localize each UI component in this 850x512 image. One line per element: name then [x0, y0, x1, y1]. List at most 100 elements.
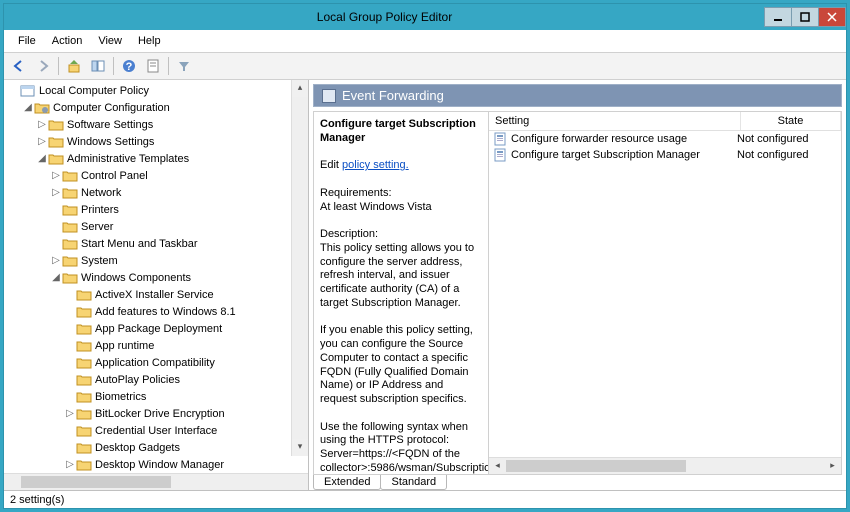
tree-item-label: Server — [81, 221, 113, 233]
tree-root-node[interactable]: Local Computer Policy — [6, 82, 306, 99]
tree-item-app-package-deployment[interactable]: App Package Deployment — [6, 320, 306, 337]
requirements-label: Requirements: — [320, 187, 392, 199]
tree-item-add-features-to-windows-8-1[interactable]: Add features to Windows 8.1 — [6, 303, 306, 320]
column-state[interactable]: State — [741, 112, 841, 130]
tree-item-application-compatibility[interactable]: Application Compatibility — [6, 354, 306, 371]
tree-item-label: Software Settings — [67, 119, 153, 131]
description-p1: This policy setting allows you to config… — [320, 242, 474, 309]
folder-icon — [76, 390, 92, 404]
edit-policy-link[interactable]: policy setting. — [342, 159, 409, 171]
tree-item-desktop-gadgets[interactable]: Desktop Gadgets — [6, 439, 306, 456]
description-p2: If you enable this policy setting, you c… — [320, 324, 473, 405]
show-hide-tree-button[interactable] — [87, 55, 109, 77]
expand-icon[interactable]: ▷ — [64, 408, 76, 419]
help-button[interactable]: ? — [118, 55, 140, 77]
folder-icon — [76, 305, 92, 319]
tab-standard[interactable]: Standard — [380, 475, 447, 490]
expand-icon[interactable]: ▷ — [50, 255, 62, 266]
close-button[interactable] — [818, 7, 846, 27]
tree-item-autoplay-policies[interactable]: AutoPlay Policies — [6, 371, 306, 388]
tree-item-label: App runtime — [95, 340, 154, 352]
policy-tree[interactable]: Local Computer Policy ◢Computer Configura… — [4, 80, 308, 473]
tree-item-label: Application Compatibility — [95, 357, 215, 369]
policy-icon — [493, 132, 507, 146]
folder-icon — [76, 356, 92, 370]
tree-item-desktop-window-manager[interactable]: ▷Desktop Window Manager — [6, 456, 306, 473]
filter-button[interactable] — [173, 55, 195, 77]
requirements-value: At least Windows Vista — [320, 201, 432, 213]
tree-windows-settings[interactable]: ▷Windows Settings — [6, 133, 306, 150]
content-area: Local Computer Policy ◢Computer Configura… — [4, 80, 846, 490]
tree-item-app-runtime[interactable]: App runtime — [6, 337, 306, 354]
tree-vscrollbar[interactable]: ▴ ▾ — [291, 80, 308, 456]
expand-icon[interactable]: ▷ — [64, 459, 76, 470]
folder-icon — [62, 220, 78, 234]
menu-action[interactable]: Action — [44, 32, 91, 50]
policy-icon — [493, 148, 507, 162]
tree-item-bitlocker-drive-encryption[interactable]: ▷BitLocker Drive Encryption — [6, 405, 306, 422]
forward-button[interactable] — [32, 55, 54, 77]
tree-administrative-templates[interactable]: ◢ Administrative Templates — [6, 150, 306, 167]
setting-state: Not configured — [737, 149, 837, 161]
category-header: Event Forwarding — [313, 84, 842, 107]
scrollbar-thumb[interactable] — [21, 476, 171, 488]
expand-icon[interactable]: ▷ — [50, 187, 62, 198]
expand-icon[interactable]: ◢ — [36, 153, 48, 164]
tree-item-label: Local Computer Policy — [39, 85, 149, 97]
expand-icon[interactable]: ▷ — [36, 136, 48, 147]
tree-item-label: Printers — [81, 204, 119, 216]
expand-icon[interactable]: ◢ — [50, 272, 62, 283]
tree-item-activex-installer-service[interactable]: ActiveX Installer Service — [6, 286, 306, 303]
scroll-down-icon[interactable]: ▾ — [292, 439, 308, 456]
tree-item-label: Credential User Interface — [95, 425, 217, 437]
tab-extended[interactable]: Extended — [313, 475, 381, 490]
column-setting[interactable]: Setting — [489, 112, 741, 130]
window-title: Local Group Policy Editor — [4, 10, 765, 24]
tree-hscrollbar[interactable] — [4, 473, 308, 490]
expand-icon[interactable]: ◢ — [22, 102, 34, 113]
tree-item-label: ActiveX Installer Service — [95, 289, 214, 301]
setting-title: Configure target Subscription Manager — [320, 118, 476, 144]
tree-item-label: App Package Deployment — [95, 323, 222, 335]
scroll-up-icon[interactable]: ▴ — [292, 80, 308, 97]
expand-icon[interactable]: ▷ — [36, 119, 48, 130]
maximize-button[interactable] — [791, 7, 819, 27]
tree-item-label: Administrative Templates — [67, 153, 189, 165]
edit-label: Edit — [320, 159, 339, 171]
tree-item-label: Biometrics — [95, 391, 146, 403]
folder-icon — [76, 322, 92, 336]
description-p3: Use the following syntax when using the … — [320, 421, 488, 476]
menu-help[interactable]: Help — [130, 32, 169, 50]
tree-item-network[interactable]: ▷Network — [6, 184, 306, 201]
tree-item-biometrics[interactable]: Biometrics — [6, 388, 306, 405]
app-window: Local Group Policy Editor File Action Vi… — [3, 3, 847, 509]
menu-file[interactable]: File — [10, 32, 44, 50]
back-button[interactable] — [8, 55, 30, 77]
setting-state: Not configured — [737, 133, 837, 145]
tree-windows-components[interactable]: ◢Windows Components — [6, 269, 306, 286]
tree-software-settings[interactable]: ▷ Software Settings — [6, 116, 306, 133]
minimize-button[interactable] — [764, 7, 792, 27]
tree-computer-configuration[interactable]: ◢Computer Configuration — [6, 99, 306, 116]
up-button[interactable] — [63, 55, 85, 77]
scrollbar-thumb[interactable] — [506, 460, 686, 472]
list-item[interactable]: Configure target Subscription ManagerNot… — [489, 147, 841, 163]
properties-button[interactable] — [142, 55, 164, 77]
list-item[interactable]: Configure forwarder resource usageNot co… — [489, 131, 841, 147]
tree-item-credential-user-interface[interactable]: Credential User Interface — [6, 422, 306, 439]
tree-item-start-menu-and-taskbar[interactable]: Start Menu and Taskbar — [6, 235, 306, 252]
scroll-left-icon[interactable]: ◂ — [489, 458, 506, 474]
scroll-right-icon[interactable]: ▸ — [824, 458, 841, 474]
list-hscrollbar[interactable]: ◂ ▸ — [489, 457, 841, 474]
tree-item-system[interactable]: ▷System — [6, 252, 306, 269]
tree-item-server[interactable]: Server — [6, 218, 306, 235]
expand-icon[interactable]: ▷ — [50, 170, 62, 181]
tree-item-printers[interactable]: Printers — [6, 201, 306, 218]
toolbar: ? — [4, 53, 846, 80]
tree-item-control-panel[interactable]: ▷ Control Panel — [6, 167, 306, 184]
tree-item-label: Control Panel — [81, 170, 148, 182]
menu-view[interactable]: View — [90, 32, 130, 50]
titlebar: Local Group Policy Editor — [4, 4, 846, 30]
folder-icon — [76, 424, 92, 438]
folder-icon — [48, 118, 64, 132]
